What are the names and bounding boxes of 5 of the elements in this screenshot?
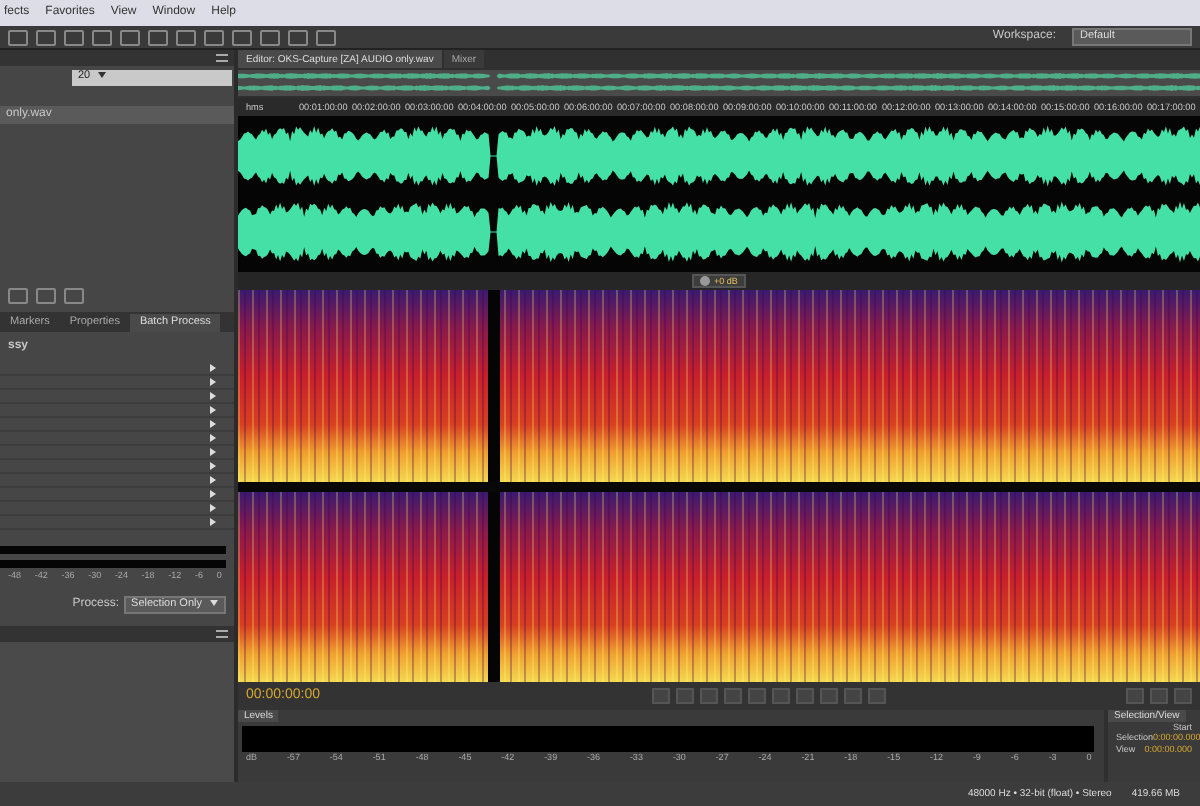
panel-menu-icon[interactable] <box>216 54 228 62</box>
panel-menu-icon[interactable] <box>216 630 228 638</box>
caret-icon[interactable] <box>210 600 218 607</box>
volume-knob-icon[interactable] <box>700 275 711 286</box>
caret-icon[interactable] <box>98 72 107 79</box>
